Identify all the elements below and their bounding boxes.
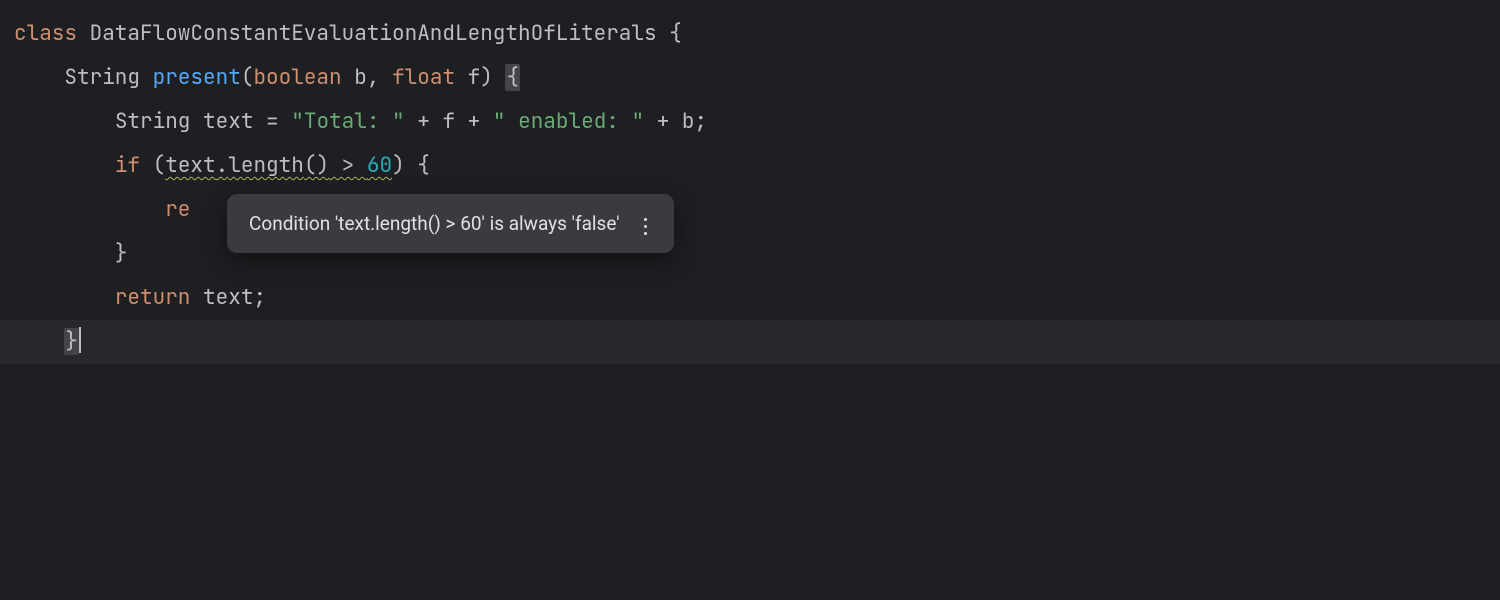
indent — [14, 196, 165, 223]
token-string: " enabled: " — [493, 108, 644, 135]
token-paren: ( — [153, 152, 166, 179]
kebab-dot-icon — [644, 232, 647, 235]
indent — [14, 328, 64, 355]
kebab-dot-icon — [644, 225, 647, 228]
token-brace: { — [669, 20, 682, 47]
code-line-1[interactable]: class DataFlowConstantEvaluationAndLengt… — [14, 12, 1500, 56]
token-op: = — [266, 108, 279, 135]
token-keyword: return — [115, 284, 191, 311]
token-space — [77, 20, 90, 47]
token-keyword: boolean — [253, 64, 341, 91]
token-space — [493, 64, 506, 91]
code-editor[interactable]: class DataFlowConstantEvaluationAndLengt… — [0, 0, 1500, 364]
code-line-3[interactable]: String text = "Total: " + f + " enabled:… — [14, 100, 1500, 144]
token-var: text — [203, 284, 253, 311]
token-var: text — [165, 152, 215, 179]
token-space — [140, 64, 153, 91]
token-method: present — [153, 64, 241, 91]
text-caret — [79, 327, 81, 353]
token-op: + — [644, 108, 682, 135]
token-space — [405, 152, 418, 179]
token-brace-highlight: { — [505, 64, 520, 91]
token-brace: { — [417, 152, 430, 179]
token-brace: } — [115, 240, 128, 267]
token-op: + — [405, 108, 443, 135]
token-number: 60 — [367, 152, 392, 179]
code-line-2[interactable]: String present(boolean b, float f) { — [14, 56, 1500, 100]
token-dot: . — [216, 152, 229, 179]
token-comma: , — [367, 64, 380, 91]
indent — [14, 152, 115, 179]
token-semi: ; — [695, 108, 708, 135]
token-var: b — [682, 108, 695, 135]
token-type: String — [115, 108, 191, 135]
inspection-tooltip[interactable]: Condition 'text.length() > 60' is always… — [227, 194, 674, 253]
token-param: f — [455, 64, 480, 91]
token-keyword: float — [392, 64, 455, 91]
token-type: String — [64, 64, 140, 91]
token-brace-highlight: } — [64, 328, 79, 355]
token-var: text — [190, 108, 266, 135]
warning-span[interactable]: text.length() > 60 — [165, 152, 392, 179]
more-actions-button[interactable] — [636, 210, 656, 242]
code-line-8-current[interactable]: } — [0, 320, 1500, 364]
token-space — [379, 64, 392, 91]
token-semi: ; — [253, 284, 266, 311]
token-method-call: length — [228, 152, 304, 179]
kebab-dot-icon — [644, 218, 647, 221]
token-param: b — [342, 64, 367, 91]
token-classname: DataFlowConstantEvaluationAndLengthOfLit… — [90, 20, 657, 47]
token-space — [657, 20, 670, 47]
token-var: f — [442, 108, 455, 135]
token-space — [140, 152, 153, 179]
token-paren: () — [304, 152, 329, 179]
indent — [14, 108, 115, 135]
indent — [14, 64, 64, 91]
token-keyword: class — [14, 20, 77, 47]
token-paren: ) — [392, 152, 405, 179]
token-string: "Total: " — [291, 108, 404, 135]
token-paren: ( — [241, 64, 254, 91]
token-keyword-partial: re — [165, 196, 190, 223]
token-space — [279, 108, 292, 135]
token-op: + — [455, 108, 493, 135]
token-keyword: if — [115, 152, 140, 179]
code-line-7[interactable]: return text; — [14, 276, 1500, 320]
token-paren: ) — [480, 64, 493, 91]
indent — [14, 284, 115, 311]
indent — [14, 240, 115, 267]
token-space — [190, 284, 203, 311]
tooltip-message: Condition 'text.length() > 60' is always… — [249, 212, 620, 235]
code-line-4[interactable]: if (text.length() > 60) { — [14, 144, 1500, 188]
token-op: > — [329, 152, 367, 179]
